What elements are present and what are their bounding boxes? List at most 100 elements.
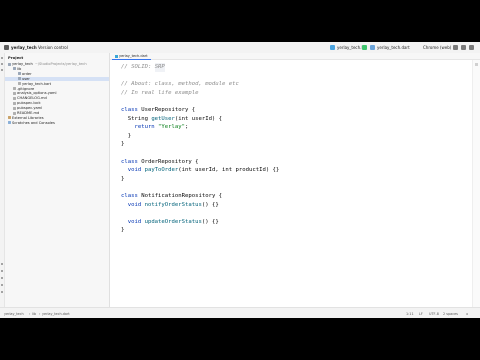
tree-item[interactable]: Scratches and Consoles <box>5 121 109 125</box>
code-token: () {} <box>201 201 219 208</box>
project-panel: Project yerlay_tech ~/StudioProjects/yerl… <box>5 53 110 307</box>
tree-item-label: yerlay_tech.kart <box>22 81 52 86</box>
code-line[interactable]: void notifyOrderStatus() {} <box>121 201 279 210</box>
inspection-status-icon[interactable] <box>475 63 478 66</box>
tree-item[interactable]: lib <box>5 67 109 71</box>
tree-item[interactable]: README.md <box>5 111 109 115</box>
tree-item[interactable]: order <box>5 72 109 76</box>
code-line[interactable] <box>121 209 279 218</box>
scratch-icon <box>8 121 11 125</box>
code-token: class <box>121 158 142 165</box>
device-selector[interactable]: Chrome (web) <box>423 45 451 50</box>
project-tool-icon[interactable] <box>1 57 3 59</box>
lock-icon[interactable]: ▫ <box>466 312 468 316</box>
indent-setting[interactable]: 2 spaces <box>443 312 458 316</box>
more-tools-icon[interactable] <box>1 69 3 71</box>
main-menu-icon[interactable] <box>4 45 9 50</box>
vcs-widget[interactable]: Version control <box>38 45 68 50</box>
code-line[interactable]: } <box>121 175 279 184</box>
code-token: SRP <box>154 63 165 72</box>
dart-file-icon <box>115 54 118 58</box>
code-token: // In real life example <box>121 89 199 96</box>
file-icon <box>13 87 16 90</box>
terminal-tool-icon[interactable] <box>1 263 3 265</box>
code-line[interactable]: String getUser(int userId) { <box>121 115 279 124</box>
code-line[interactable]: } <box>121 140 279 149</box>
code-token: String <box>121 115 152 122</box>
tree-item[interactable]: External Libraries <box>5 116 109 120</box>
caret-position[interactable]: 1:11 <box>406 312 414 316</box>
tree-item-label: analysis_options.yaml <box>17 91 57 96</box>
run-icon[interactable] <box>362 45 367 50</box>
code-token: UserRepository { <box>141 106 196 113</box>
code-line[interactable]: void updateOrderStatus() {} <box>121 218 279 227</box>
file-icon <box>13 91 16 95</box>
code-line[interactable]: // About: class, method, module etc <box>121 80 279 89</box>
code-line[interactable]: // SOLID: SRP <box>121 63 279 72</box>
tree-item[interactable]: analysis_options.yaml <box>5 91 109 95</box>
ide-window: yerlay_tech Version control yerlay_tech.… <box>0 42 480 318</box>
line-separator[interactable]: LF <box>419 312 423 316</box>
tree-item[interactable]: yerlay_tech ~/StudioProjects/yerlay_tech <box>5 62 109 66</box>
code-line[interactable]: class UserRepository { <box>121 106 279 115</box>
project-panel-title[interactable]: Project <box>8 55 23 60</box>
code-token: } <box>121 132 132 139</box>
code-line[interactable]: class NotificationRepository { <box>121 192 279 201</box>
search-icon[interactable] <box>453 45 458 50</box>
code-area[interactable]: // SOLID: SRP // About: class, method, mo… <box>121 63 279 235</box>
code-line[interactable] <box>121 149 279 158</box>
code-line[interactable] <box>121 97 279 106</box>
folder-icon <box>8 62 11 66</box>
tree-item[interactable]: user <box>5 76 109 81</box>
folder-icon <box>18 72 21 76</box>
editor-scrollbar[interactable] <box>472 60 480 307</box>
user-icon[interactable] <box>469 45 474 50</box>
commit-tool-icon[interactable] <box>1 63 3 65</box>
breadcrumb-separator-icon: › <box>39 312 41 316</box>
file-encoding[interactable]: UTF-8 <box>429 312 439 316</box>
breadcrumb-file[interactable]: yerlay_tech.dart <box>42 312 70 316</box>
breadcrumb-lib[interactable]: lib <box>32 312 36 316</box>
code-line[interactable]: class OrderRepository { <box>121 158 279 167</box>
tree-item[interactable]: pubspec.lock <box>5 101 109 105</box>
breadcrumb-separator-icon: › <box>29 312 31 316</box>
code-line[interactable]: return "Yerlay"; <box>121 123 279 132</box>
tree-item[interactable]: yerlay_tech.kart <box>5 82 109 86</box>
tree-item-label: .gitignore <box>17 86 35 91</box>
git-tool-icon[interactable] <box>1 284 3 286</box>
problems-tool-icon[interactable] <box>1 277 3 279</box>
settings-icon[interactable] <box>461 45 466 50</box>
current-file-selector[interactable]: yerlay_tech.dart <box>377 45 410 50</box>
project-switcher[interactable]: yerlay_tech <box>11 45 37 50</box>
code-line[interactable]: // In real life example <box>121 89 279 98</box>
tree-item[interactable]: pubspec.yaml <box>5 106 109 110</box>
run-tool-icon[interactable] <box>1 270 3 272</box>
code-token: class <box>121 106 142 113</box>
editor-gutter <box>110 60 118 307</box>
tree-item-label: pubspec.lock <box>17 101 41 106</box>
code-line[interactable]: void payToOrder(int userId, int productI… <box>121 166 280 175</box>
tree-item[interactable]: CHANGELOG.md <box>5 96 109 100</box>
services-tool-icon[interactable] <box>1 291 3 293</box>
code-line[interactable]: } <box>121 132 279 141</box>
code-token: return <box>121 124 159 131</box>
code-line[interactable]: } <box>121 226 279 235</box>
code-line[interactable] <box>121 183 279 192</box>
code-token: } <box>121 141 125 148</box>
code-token: // About: class, method, module etc <box>121 81 239 88</box>
code-line[interactable] <box>121 72 279 81</box>
tree-item-label: lib <box>17 66 22 71</box>
code-token: void <box>121 167 145 174</box>
code-editor[interactable]: // SOLID: SRP // About: class, method, mo… <box>110 60 473 307</box>
breadcrumb-project[interactable]: yerlay_tech <box>4 312 24 316</box>
tree-item[interactable]: .gitignore <box>5 87 109 91</box>
editor-tab-active[interactable]: yerlay_tech.dart <box>112 53 151 60</box>
file-icon <box>13 106 16 110</box>
tree-item-label: user <box>22 76 30 81</box>
tree-item-label: order <box>22 71 32 76</box>
code-token: notifyOrderStatus <box>144 201 202 208</box>
tree-item-path: ~/StudioProjects/yerlay_tech <box>34 62 87 66</box>
folder-icon <box>18 77 21 81</box>
code-token: (int userId, int productId) {} <box>178 167 280 174</box>
file-icon <box>13 96 16 100</box>
